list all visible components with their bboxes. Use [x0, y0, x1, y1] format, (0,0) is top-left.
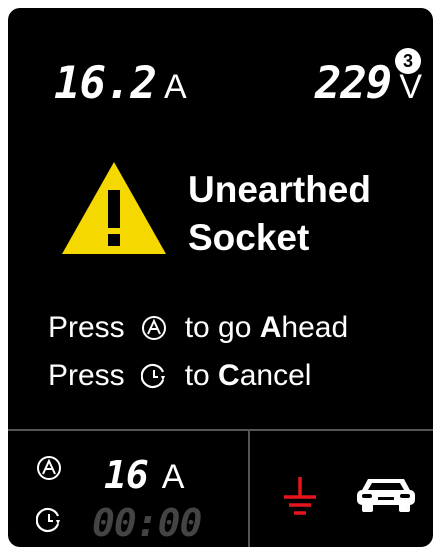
current-value: 16.2	[54, 58, 157, 109]
auto-icon	[36, 455, 62, 486]
instruction-cancel-text: to Cancel	[184, 359, 312, 392]
status-icons	[250, 431, 433, 547]
voltage-value: 229	[314, 58, 392, 109]
set-current-value: 16	[104, 453, 149, 497]
timer-icon	[35, 507, 62, 538]
instruction-press-label: Press	[48, 359, 125, 392]
set-current-unit: A	[161, 458, 185, 496]
warning-triangle-icon	[60, 160, 168, 261]
set-current: 16 A	[104, 453, 185, 497]
alert-line-2: Socket	[188, 217, 310, 258]
instruction-ahead-text: to go Ahead	[184, 311, 349, 344]
charger-display: 16.2 A 229 V 3 Unearthed Socket Press to g…	[8, 8, 433, 547]
timer-icon	[137, 363, 171, 389]
instruction-ahead: Press to go Ahead	[48, 304, 348, 352]
current-unit: A	[163, 68, 187, 106]
instruction-cancel: Press to Cancel	[48, 352, 348, 400]
auto-icon	[137, 315, 171, 341]
step-badge: 3	[395, 48, 421, 74]
car-icon	[356, 475, 416, 518]
current-reading: 16.2 A	[54, 58, 187, 109]
settings-panel: 16 A 00:00	[8, 431, 248, 547]
alert-title: Unearthed Socket	[188, 166, 371, 262]
alert-line-1: Unearthed	[188, 169, 371, 210]
instruction-press-label: Press	[48, 311, 125, 344]
earth-fault-icon	[280, 475, 320, 526]
instructions: Press to go Ahead Press to Cancel	[48, 304, 348, 400]
timer-display: 00:00	[92, 501, 202, 545]
